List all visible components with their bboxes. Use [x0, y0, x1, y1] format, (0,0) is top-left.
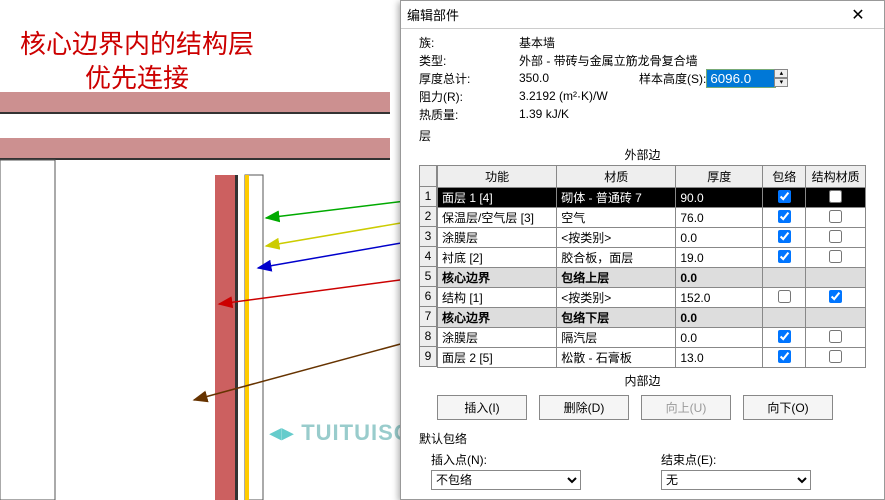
edit-assembly-dialog: 编辑部件 ✕ 族: 基本墙 类型: 外部 - 带砖与金属立筋龙骨复合墙 厚度总计… — [400, 0, 885, 500]
down-button[interactable]: 向下(O) — [743, 395, 833, 420]
type-value: 外部 - 带砖与金属立筋龙骨复合墙 — [519, 52, 866, 69]
wrap-checkbox[interactable] — [778, 210, 791, 223]
wrap-checkbox[interactable] — [778, 290, 791, 303]
col-wrap: 包络 — [763, 166, 806, 188]
end-point-select[interactable]: 无 — [661, 470, 811, 490]
close-button[interactable]: ✕ — [838, 2, 878, 28]
table-row[interactable]: 涂膜层隔汽层0.0 — [438, 328, 866, 348]
layers-section-label: 层 — [419, 127, 866, 144]
table-row[interactable]: 涂膜层<按类别>0.0 — [438, 228, 866, 248]
wrap-checkbox[interactable] — [778, 190, 791, 203]
wrap-checkbox[interactable] — [778, 230, 791, 243]
col-structural: 结构材质 — [806, 166, 866, 188]
thickness-value: 350.0 — [519, 71, 619, 85]
wrap-checkbox[interactable] — [778, 250, 791, 263]
table-row[interactable]: 衬底 [2]胶合板，面层19.0 — [438, 248, 866, 268]
thermal-mass-label: 热质量: — [419, 106, 519, 123]
struct-checkbox[interactable] — [829, 290, 842, 303]
end-point-label: 结束点(E): — [661, 451, 811, 468]
resistance-value: 3.2192 (m²·K)/W — [519, 89, 866, 103]
family-value: 基本墙 — [519, 34, 866, 51]
table-row[interactable]: 核心边界包络下层0.0 — [438, 308, 866, 328]
delete-button[interactable]: 删除(D) — [539, 395, 629, 420]
thermal-mass-value: 1.39 kJ/K — [519, 107, 866, 121]
col-function: 功能 — [438, 166, 557, 188]
struct-checkbox[interactable] — [829, 230, 842, 243]
titlebar: 编辑部件 ✕ — [401, 1, 884, 29]
insert-point-label: 插入点(N): — [431, 451, 581, 468]
resistance-label: 阻力(R): — [419, 88, 519, 105]
up-button[interactable]: 向上(U) — [641, 395, 731, 420]
sample-height-spinner[interactable]: ▴▾ — [774, 69, 788, 87]
table-row[interactable]: 结构 [1]<按类别>152.0 — [438, 288, 866, 308]
thickness-label: 厚度总计: — [419, 70, 519, 87]
family-label: 族: — [419, 34, 519, 51]
wrap-checkbox[interactable] — [778, 330, 791, 343]
struct-checkbox[interactable] — [829, 210, 842, 223]
type-label: 类型: — [419, 52, 519, 69]
table-row[interactable]: 保温层/空气层 [3]空气76.0 — [438, 208, 866, 228]
struct-checkbox[interactable] — [829, 250, 842, 263]
inner-side-label: 内部边 — [419, 372, 866, 389]
table-row[interactable]: 面层 1 [4]砌体 - 普通砖 790.0 — [438, 188, 866, 208]
outer-side-label: 外部边 — [419, 146, 866, 163]
insert-button[interactable]: 插入(I) — [437, 395, 527, 420]
row-number-gutter: 123456789 — [419, 165, 437, 368]
dialog-title: 编辑部件 — [407, 5, 838, 24]
sample-height-label: 样本高度(S): — [639, 70, 706, 87]
col-material: 材质 — [557, 166, 676, 188]
col-thickness: 厚度 — [676, 166, 763, 188]
sample-height-input[interactable] — [706, 69, 776, 88]
wrap-checkbox[interactable] — [778, 350, 791, 363]
struct-checkbox[interactable] — [829, 330, 842, 343]
layers-table[interactable]: 功能 材质 厚度 包络 结构材质 面层 1 [4]砌体 - 普通砖 790.0保… — [437, 165, 866, 368]
struct-checkbox[interactable] — [829, 350, 842, 363]
insert-point-select[interactable]: 不包络 — [431, 470, 581, 490]
table-row[interactable]: 面层 2 [5]松散 - 石膏板13.0 — [438, 348, 866, 368]
table-row[interactable]: 核心边界包络上层0.0 — [438, 268, 866, 288]
default-wrap-label: 默认包络 — [419, 430, 866, 447]
struct-checkbox[interactable] — [829, 190, 842, 203]
